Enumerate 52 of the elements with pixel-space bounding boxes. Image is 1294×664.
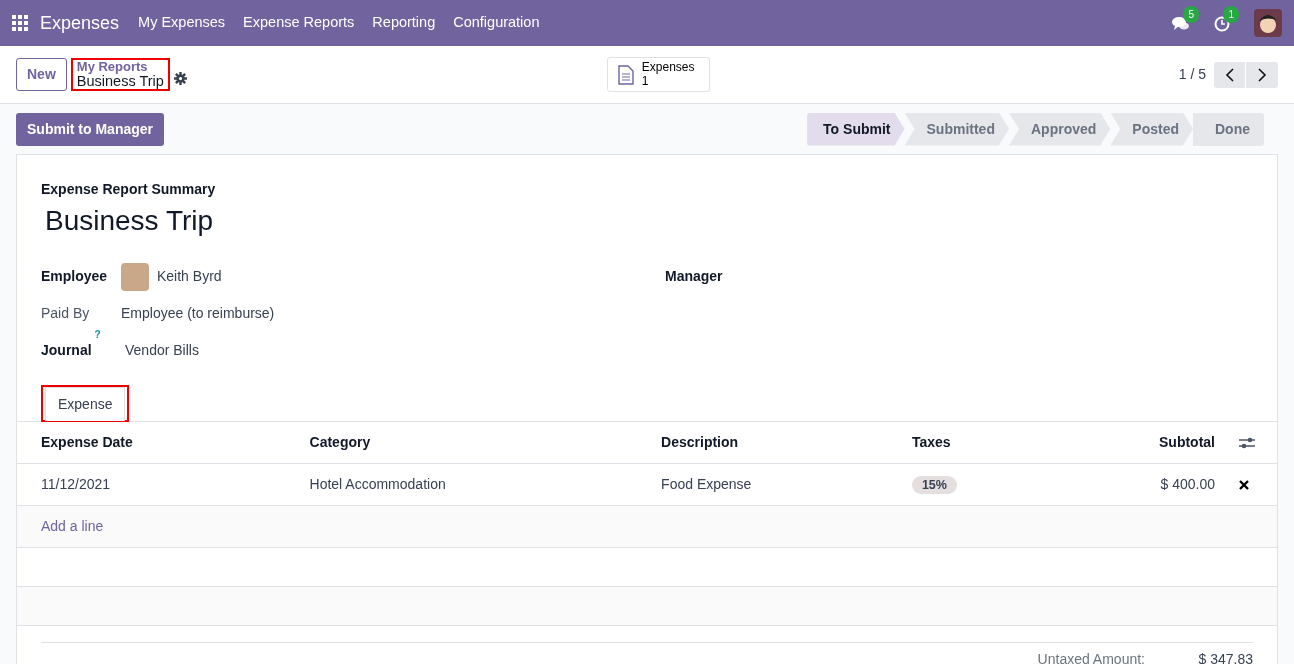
new-button[interactable]: New: [16, 58, 67, 91]
status-stage[interactable]: Approved: [1008, 112, 1111, 146]
settings-icon[interactable]: [173, 72, 187, 85]
form-overline: Expense Report Summary: [41, 180, 217, 199]
delete-icon[interactable]: [1239, 480, 1249, 491]
table-cell: Hotel Accommodation: [297, 463, 650, 506]
status-stage[interactable]: Posted: [1110, 112, 1193, 146]
status-stage[interactable]: To Submit: [807, 112, 905, 146]
chevron-right-icon: [1257, 68, 1267, 83]
field-value[interactable]: Keith Byrd: [157, 266, 222, 287]
clock-icon[interactable]: [1214, 15, 1230, 32]
pager-value: 1 / 5: [1178, 65, 1206, 84]
menu-item[interactable]: Reporting: [363, 12, 445, 34]
menu-item[interactable]: Expense Reports: [234, 12, 364, 34]
menu-item[interactable]: My Expenses: [129, 12, 235, 34]
status-stage[interactable]: Submitted: [904, 112, 1009, 146]
tab[interactable]: Expense: [45, 387, 126, 421]
chevron-left-icon: [1224, 68, 1235, 83]
column-header[interactable]: Expense Date: [17, 421, 298, 464]
breadcrumb-link[interactable]: My Reports: [76, 60, 164, 74]
table-cell: 11/12/2021: [17, 463, 298, 506]
field-label: Paid By: [41, 304, 91, 323]
field-value[interactable]: Employee (to reimburse): [121, 303, 275, 324]
column-header[interactable]: Description: [649, 421, 900, 464]
submit-to-manager-button[interactable]: Submit to Manager: [16, 112, 164, 146]
table-cell: $ 400.00: [1051, 463, 1227, 506]
avatar-placeholder: [121, 262, 149, 291]
field-value[interactable]: Vendor Bills: [125, 340, 199, 361]
table-cell: Food Expense: [649, 463, 900, 506]
sliders-icon[interactable]: [1239, 436, 1255, 451]
app-name[interactable]: Expenses: [40, 9, 120, 37]
field-label: Employee: [41, 267, 109, 286]
help-tooltip[interactable]: ?: [94, 329, 101, 340]
field-label: Manager: [665, 267, 724, 286]
column-header[interactable]: Subtotal: [1051, 421, 1227, 464]
record-name: Business Trip: [76, 73, 164, 89]
tax-tag: 15%: [911, 476, 957, 494]
menu-item[interactable]: Configuration: [444, 12, 549, 34]
previous-button[interactable]: [1214, 61, 1246, 88]
total-label: Untaxed Amount:: [1037, 650, 1145, 664]
message-count: 5: [1183, 5, 1199, 23]
status-stage[interactable]: Done: [1193, 112, 1264, 146]
add-line-link[interactable]: Add a line: [41, 518, 104, 534]
activity-count: 1: [1223, 5, 1239, 23]
column-header[interactable]: Category: [297, 421, 650, 464]
document-icon: [617, 64, 634, 85]
next-button[interactable]: [1246, 61, 1278, 88]
column-header[interactable]: Taxes: [899, 421, 1052, 464]
avatar-icon[interactable]: [1254, 9, 1282, 37]
form-title: Business Trip: [45, 204, 215, 238]
app-grid-icon[interactable]: [12, 15, 28, 31]
expenses-smart-button[interactable]: Expenses 1: [606, 57, 710, 92]
